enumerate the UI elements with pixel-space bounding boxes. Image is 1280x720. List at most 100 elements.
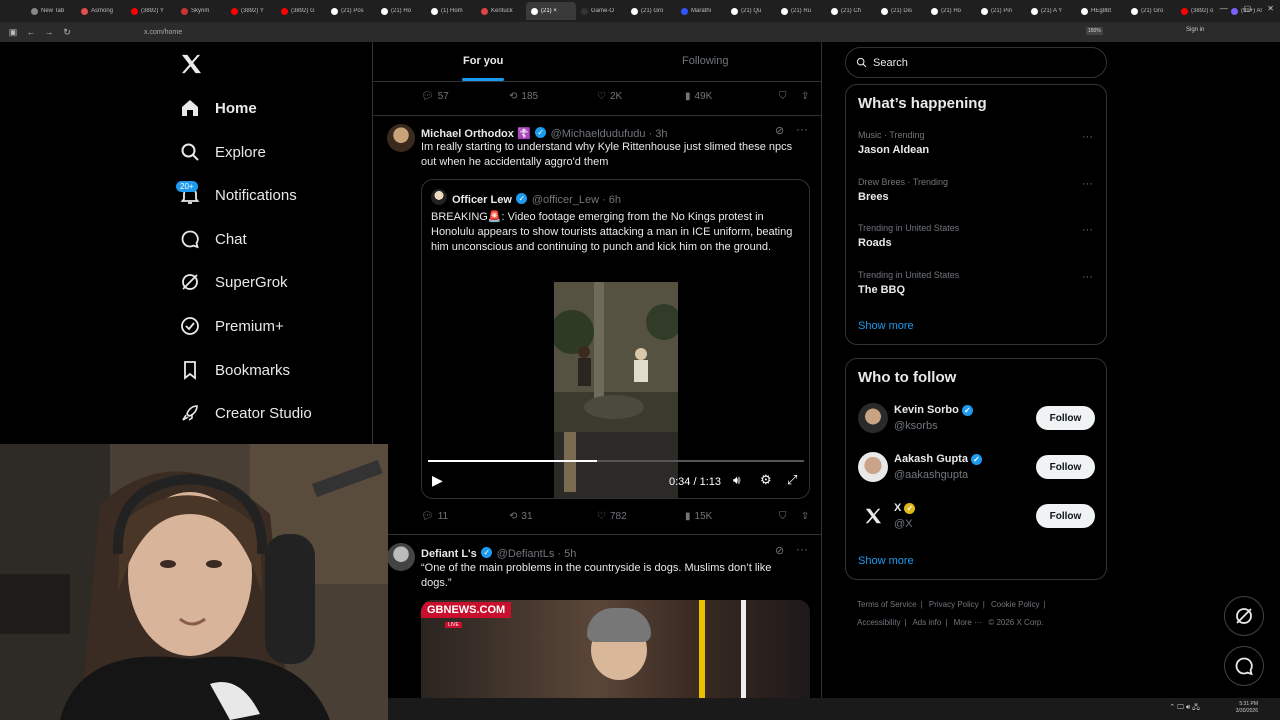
grok-float-button[interactable] xyxy=(1224,596,1264,636)
repost-button[interactable]: ⟲ 31 xyxy=(509,511,597,522)
views-button[interactable]: ▮ 15K xyxy=(685,511,779,522)
show-more-link[interactable]: Show more xyxy=(858,555,914,567)
more-icon[interactable]: ··· xyxy=(1082,178,1093,190)
browser-tab[interactable]: Asmong xyxy=(76,2,126,20)
nav-bookmarks[interactable]: Bookmarks xyxy=(180,358,290,382)
more-icon[interactable]: ··· xyxy=(796,122,808,136)
nav-premium[interactable]: Premium+ xyxy=(180,314,284,338)
suggestion-name[interactable]: X ✓ xyxy=(894,502,916,514)
browser-tab[interactable]: Skyrim xyxy=(176,2,226,20)
suggestion-name[interactable]: Aakash Gupta ✓ xyxy=(894,453,983,465)
nav-chat[interactable]: Chat xyxy=(180,227,247,251)
play-icon[interactable]: ▶ xyxy=(432,472,443,489)
browser-tab[interactable]: (21) Pos xyxy=(326,2,376,20)
avatar[interactable] xyxy=(387,124,415,152)
x-logo-avatar[interactable] xyxy=(858,501,888,531)
browser-tab[interactable]: (21) × xyxy=(526,2,576,20)
grok-icon[interactable]: ⊘ xyxy=(775,124,784,137)
browser-tab[interactable]: HEg8bt xyxy=(1076,2,1126,20)
browser-tab[interactable]: (21) Pin xyxy=(976,2,1026,20)
footer-link[interactable]: Terms of Service xyxy=(857,600,917,609)
volume-icon[interactable]: 🔊︎ xyxy=(733,473,741,488)
browser-tab[interactable]: Marathi xyxy=(676,2,726,20)
settings-icon[interactable]: ⚙︎ xyxy=(760,472,772,488)
browser-tab[interactable]: (21) Ho xyxy=(376,2,426,20)
like-button[interactable]: ♡ 782 xyxy=(597,511,685,522)
footer-link[interactable]: Privacy Policy xyxy=(929,600,979,609)
avatar[interactable] xyxy=(387,543,415,571)
views-button[interactable]: ▮ 49K xyxy=(685,91,779,102)
system-clock[interactable]: 5:31 PM 3/30/2026 xyxy=(1236,701,1258,715)
footer-link[interactable]: Ads info xyxy=(912,618,941,627)
more-icon[interactable]: ··· xyxy=(1082,271,1093,283)
forward-icon[interactable]: → xyxy=(40,27,58,37)
quoted-tweet[interactable]: Officer Lew ✓ @officer_Lew · 6h BREAKING… xyxy=(421,179,810,499)
search-input[interactable]: Search xyxy=(845,47,1107,78)
signin-button[interactable]: Sign in xyxy=(1186,27,1204,33)
maximize-icon[interactable]: ▢ xyxy=(1244,4,1252,13)
browser-tab[interactable]: (1) Hom xyxy=(426,2,476,20)
footer-link[interactable]: Accessibility xyxy=(857,618,901,627)
grok-icon[interactable]: ⊘ xyxy=(775,544,784,557)
nav-home[interactable]: Home xyxy=(180,96,257,120)
browser-tab[interactable]: (3892) G xyxy=(276,2,326,20)
browser-tab[interactable]: Game-O xyxy=(576,2,626,20)
more-icon[interactable]: ··· xyxy=(1082,224,1093,236)
fullscreen-icon[interactable]: ⤢ xyxy=(787,472,797,488)
chat-float-button[interactable] xyxy=(1224,646,1264,686)
nav-supergrok[interactable]: SuperGrok xyxy=(180,270,288,294)
browser-tab[interactable]: (21) Ru xyxy=(776,2,826,20)
more-icon[interactable]: ··· xyxy=(1082,131,1093,143)
avatar[interactable] xyxy=(858,452,888,482)
tab-following[interactable]: Following xyxy=(682,55,728,67)
reply-button[interactable]: 💬︎ 11 xyxy=(421,511,509,522)
avatar[interactable] xyxy=(858,403,888,433)
tweet-media[interactable]: GBNEWS.COM LIVE xyxy=(421,600,810,698)
bookmark-button[interactable]: ⛉ xyxy=(779,511,801,522)
author-name[interactable]: Michael Orthodox ☦️ xyxy=(421,128,531,140)
author-handle[interactable]: @Michaeldudufudu · 3h xyxy=(551,128,668,140)
footer-link[interactable]: Cookie Policy xyxy=(991,600,1039,609)
minimize-icon[interactable]: — xyxy=(1220,4,1228,13)
tray-icons[interactable]: ⌃ 🖵 🔊︎ 🖧 xyxy=(1169,703,1200,714)
follow-button[interactable]: Follow xyxy=(1036,504,1095,528)
browser-tab[interactable]: (21) Dis xyxy=(876,2,926,20)
x-logo[interactable] xyxy=(180,54,202,79)
browser-tab[interactable]: Kentuck xyxy=(476,2,526,20)
nav-creator-studio[interactable]: Creator Studio xyxy=(180,401,312,425)
browser-tab[interactable]: (3892) Y xyxy=(126,2,176,20)
author-name[interactable]: Defiant L's xyxy=(421,548,477,560)
url-field[interactable]: x.com/home xyxy=(144,29,182,36)
browser-tab[interactable]: (21) Gro xyxy=(626,2,676,20)
browser-tab[interactable]: (3892) Y xyxy=(226,2,276,20)
close-icon[interactable]: ✕ xyxy=(1267,4,1274,13)
follow-button[interactable]: Follow xyxy=(1036,406,1095,430)
browser-tab[interactable]: (21) A Y xyxy=(1026,2,1076,20)
suggestion-name[interactable]: Kevin Sorbo ✓ xyxy=(894,404,973,416)
browser-tab[interactable]: (21) Ho xyxy=(926,2,976,20)
reload-icon[interactable]: ↻ xyxy=(58,27,76,38)
video-progress-bar[interactable] xyxy=(428,460,804,462)
browser-tab[interactable]: New Tab xyxy=(26,2,76,20)
nav-explore[interactable]: Explore xyxy=(180,140,266,164)
footer-link[interactable]: More ··· xyxy=(954,618,982,627)
share-button[interactable]: ⇪ xyxy=(801,91,809,102)
video-player[interactable]: ▶ 0:34 / 1:13 🔊︎ ⚙︎ ⤢ xyxy=(422,276,809,498)
back-icon[interactable]: ← xyxy=(22,27,40,37)
browser-tab[interactable]: r/Livesti xyxy=(1276,2,1280,20)
sidebar-toggle-icon[interactable]: ▣ xyxy=(4,27,22,38)
browser-tab[interactable]: (21) Qu xyxy=(726,2,776,20)
browser-tab[interactable]: (21) Ch xyxy=(826,2,876,20)
repost-button[interactable]: ⟲ 185 xyxy=(509,91,597,102)
reply-button[interactable]: 💬︎ 57 xyxy=(421,91,509,102)
follow-button[interactable]: Follow xyxy=(1036,455,1095,479)
bookmark-button[interactable]: ⛉ xyxy=(779,91,801,102)
browser-tab[interactable]: (21) Gro xyxy=(1126,2,1176,20)
like-button[interactable]: ♡ 2K xyxy=(597,91,685,102)
tab-for-you[interactable]: For you xyxy=(463,55,503,67)
share-button[interactable]: ⇪ xyxy=(801,511,809,522)
more-icon[interactable]: ··· xyxy=(796,542,808,556)
show-more-link[interactable]: Show more xyxy=(858,320,914,332)
browser-tab[interactable]: (3892) o xyxy=(1176,2,1226,20)
zoom-badge[interactable]: 150% xyxy=(1086,27,1103,35)
